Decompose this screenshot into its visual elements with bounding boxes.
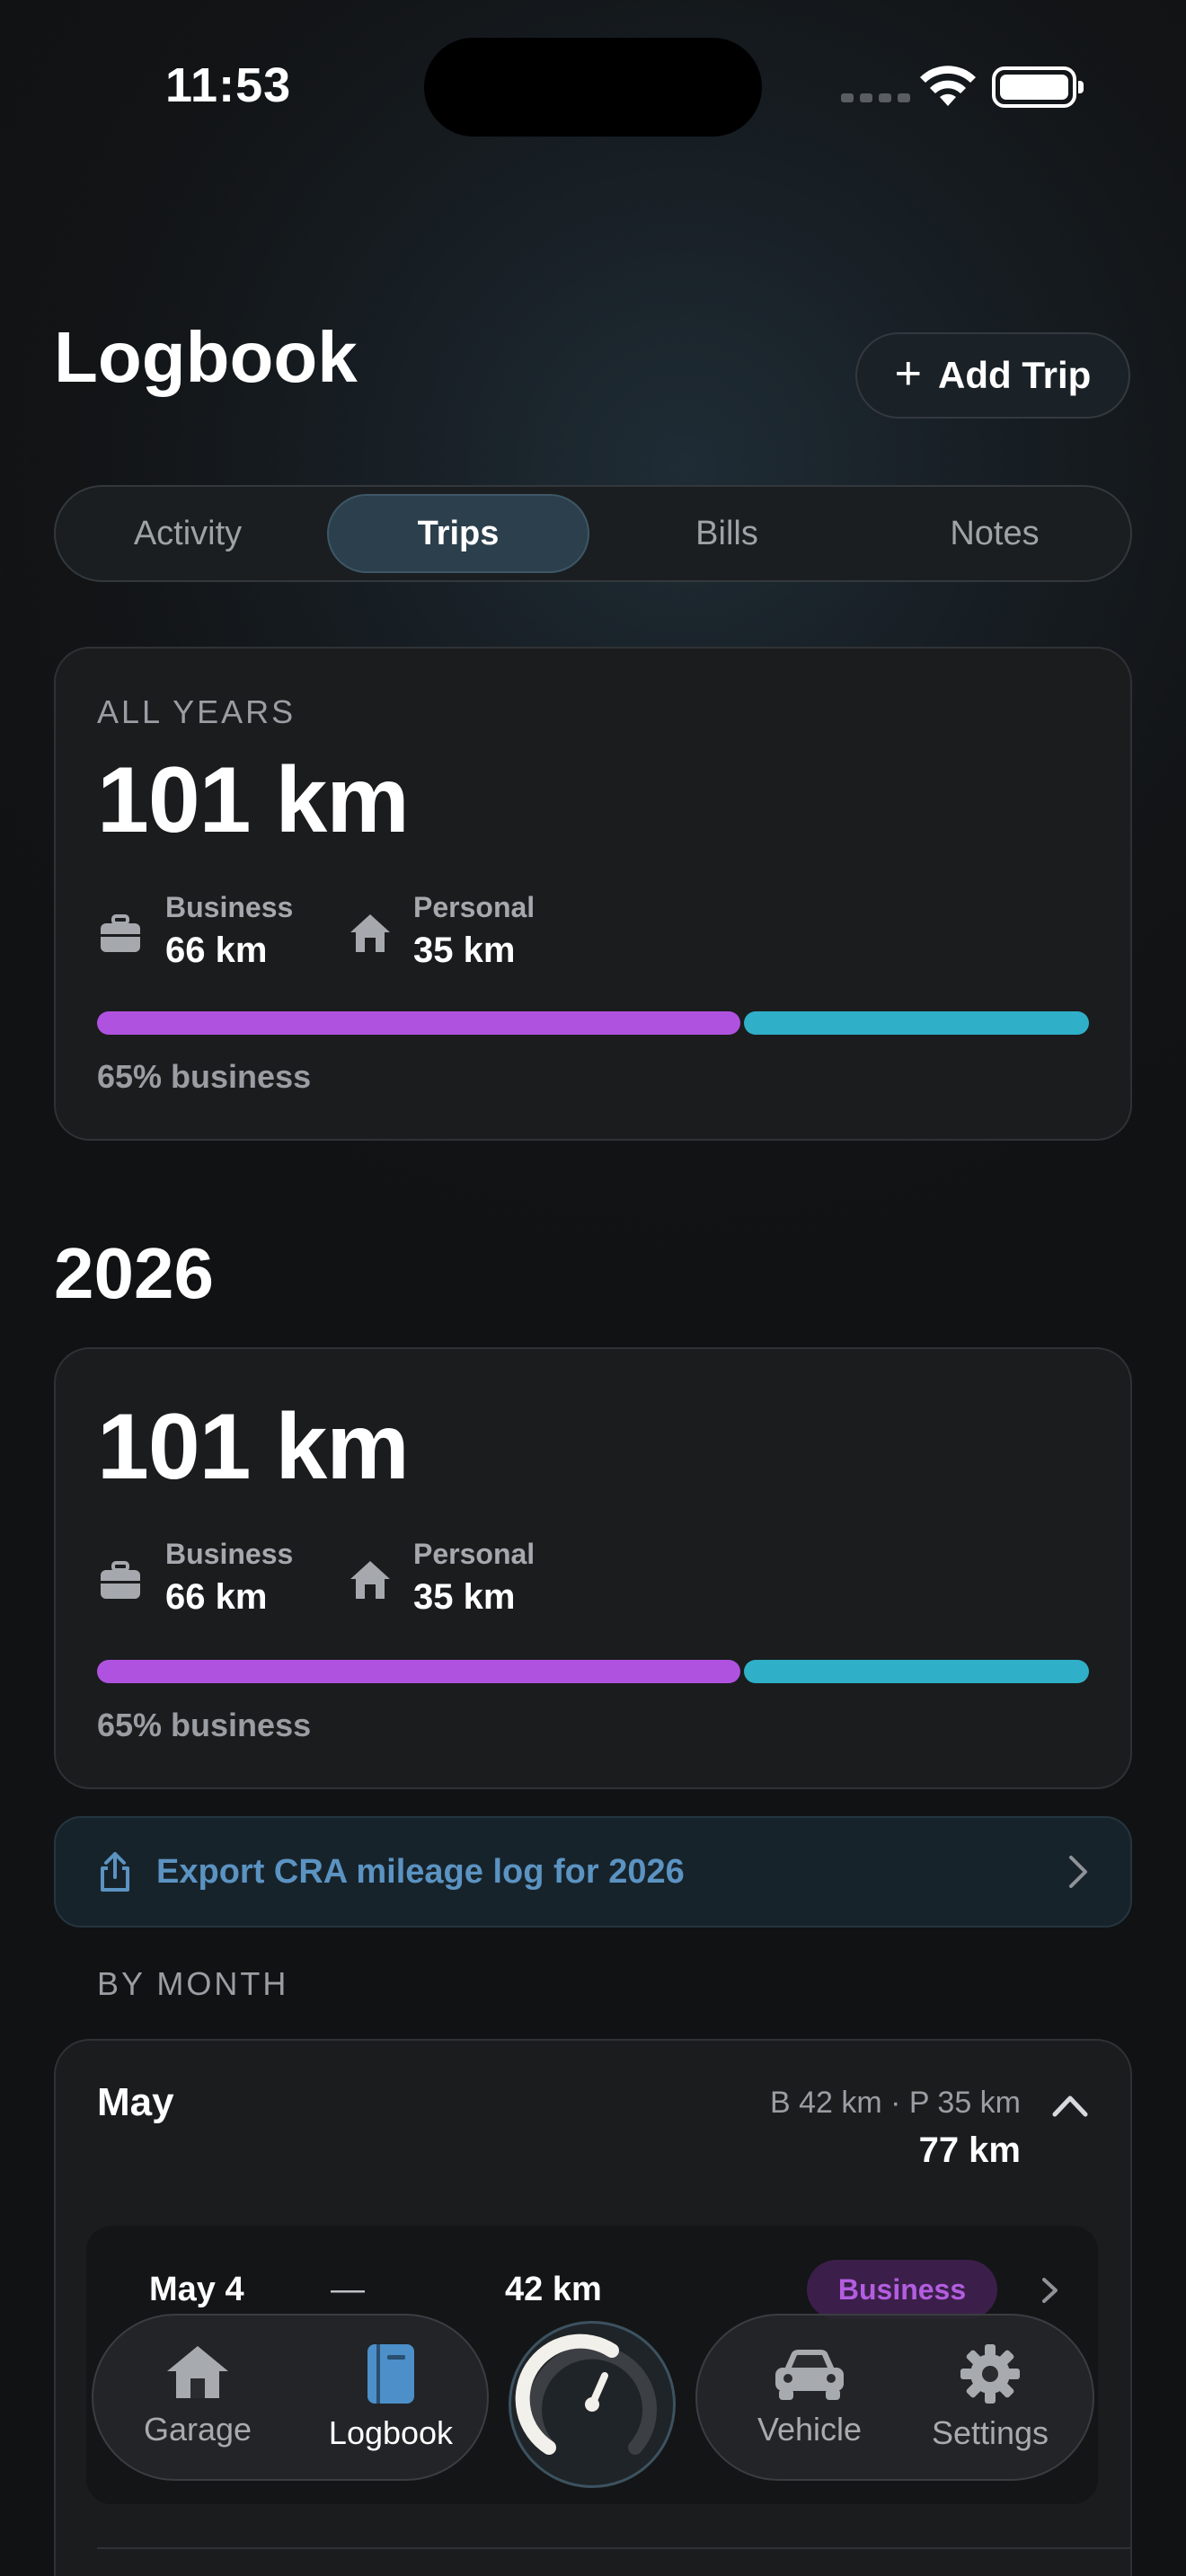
tab-logbook[interactable]: Logbook	[305, 2342, 476, 2452]
all-years-eyebrow: ALL YEARS	[97, 693, 296, 730]
tab-bar-left-group: Garage Logbook	[92, 2314, 489, 2481]
business-bar-segment	[97, 1660, 740, 1683]
personal-label: Personal	[413, 1538, 535, 1570]
all-years-total: 101 km	[97, 748, 410, 852]
tab-notes[interactable]: Notes	[859, 487, 1130, 580]
list-divider	[97, 2547, 1130, 2549]
chevron-up-icon[interactable]	[1051, 2093, 1089, 2118]
personal-label: Personal	[413, 891, 535, 923]
month-total: 77 km	[918, 2130, 1021, 2170]
plus-icon: +	[894, 348, 923, 400]
house-icon	[350, 914, 390, 952]
tab-logbook-label: Logbook	[328, 2414, 454, 2451]
trip-separator: —	[331, 2271, 365, 2308]
business-value: 66 km	[165, 931, 268, 970]
page-title: Logbook	[54, 317, 358, 397]
business-label: Business	[165, 891, 294, 923]
tab-vehicle-label: Vehicle	[757, 2411, 863, 2448]
tab-activity[interactable]: Activity	[56, 487, 320, 580]
personal-bar-segment	[744, 1011, 1089, 1035]
year-total: 101 km	[97, 1395, 410, 1499]
chevron-right-icon	[1069, 1856, 1087, 1888]
all-years-summary-card: ALL YEARS 101 km Business 66 km Personal…	[54, 647, 1132, 1141]
share-icon	[101, 1852, 129, 1892]
business-percent-text: 65% business	[97, 1058, 312, 1095]
tab-trips[interactable]: Trips	[327, 494, 589, 573]
trip-distance: 42 km	[505, 2271, 602, 2308]
month-name[interactable]: May	[97, 2080, 174, 2125]
add-trip-button[interactable]: + Add Trip	[855, 332, 1130, 419]
tab-garage-label: Garage	[143, 2411, 252, 2448]
business-label: Business	[165, 1538, 294, 1570]
tab-bills[interactable]: Bills	[595, 487, 859, 580]
business-value: 66 km	[165, 1577, 268, 1617]
tab-vehicle[interactable]: Vehicle	[733, 2346, 886, 2448]
briefcase-icon	[101, 914, 140, 952]
logbook-segmented-control: Activity Trips Bills Notes	[54, 485, 1132, 582]
tab-garage[interactable]: Garage	[126, 2342, 270, 2448]
export-label: Export CRA mileage log for 2026	[156, 1852, 685, 1891]
chevron-right-icon	[1042, 2278, 1058, 2303]
speedometer-button[interactable]	[509, 2321, 676, 2488]
tab-settings[interactable]: Settings	[909, 2342, 1071, 2452]
personal-value: 35 km	[413, 1577, 516, 1617]
business-bar-segment	[97, 1011, 740, 1035]
gear-icon	[960, 2344, 1020, 2404]
business-personal-bar	[97, 1660, 1089, 1683]
business-personal-bar	[97, 1011, 1089, 1035]
house-icon	[350, 1561, 390, 1599]
trip-date: May 4	[149, 2271, 244, 2308]
book-icon	[367, 2344, 414, 2404]
year-heading: 2026	[54, 1233, 214, 1313]
tab-bar-right-group: Vehicle Settings	[695, 2314, 1094, 2481]
trip-type-badge: Business	[807, 2260, 997, 2319]
briefcase-icon	[101, 1561, 140, 1599]
speedometer-icon	[515, 2333, 657, 2455]
tab-settings-label: Settings	[931, 2414, 1049, 2451]
cellular-signal-icon	[841, 93, 910, 102]
personal-value: 35 km	[413, 931, 516, 970]
status-time: 11:53	[165, 58, 292, 112]
business-percent-text: 65% business	[97, 1707, 312, 1743]
house-icon	[167, 2346, 228, 2398]
wifi-icon	[920, 66, 976, 106]
car-icon	[775, 2350, 844, 2400]
add-trip-label: Add Trip	[938, 354, 1092, 396]
export-cra-log-button[interactable]: Export CRA mileage log for 2026	[54, 1816, 1132, 1928]
personal-bar-segment	[744, 1660, 1089, 1683]
dynamic-island	[424, 38, 762, 137]
month-split: B 42 km · P 35 km	[769, 2086, 1021, 2120]
battery-icon	[992, 66, 1084, 108]
by-month-heading: BY MONTH	[97, 1965, 289, 2002]
year-summary-card: 101 km Business 66 km Personal 35 km 65%…	[54, 1347, 1132, 1789]
